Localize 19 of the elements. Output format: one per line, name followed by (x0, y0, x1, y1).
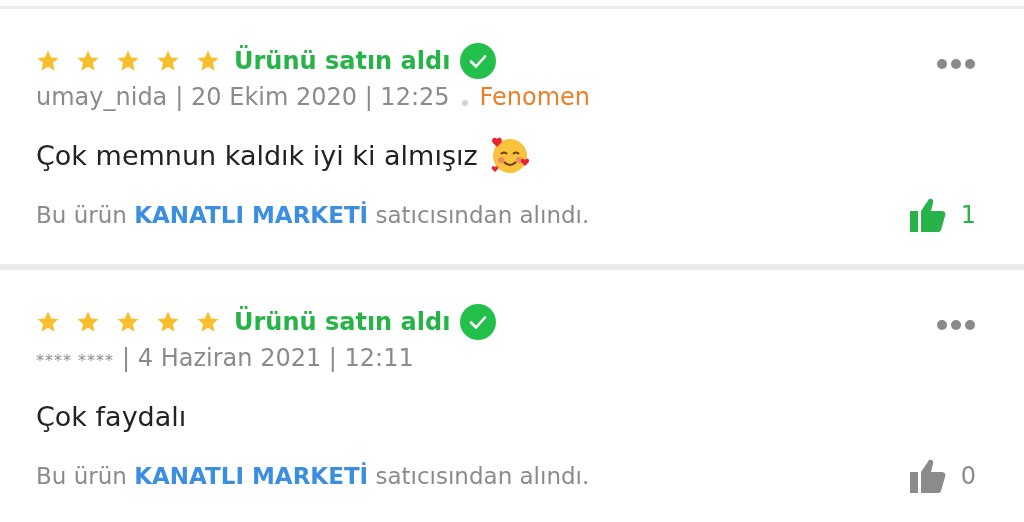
seller-link[interactable]: KANATLI MARKETİ (134, 202, 369, 228)
review-date: | 20 Ekim 2020 | 12:25 (175, 83, 450, 111)
thumbs-up-icon[interactable] (908, 457, 947, 495)
like-count: 0 (960, 462, 976, 490)
verified-purchase-label: Ürünü satın aldı (234, 308, 451, 336)
review-date: | 4 Haziran 2021 | 12:11 (122, 344, 414, 372)
seller-link[interactable]: KANATLI MARKETİ (134, 463, 369, 489)
review-comment: Çok memnun kaldık iyi ki almışız (36, 139, 478, 171)
review-comment: Çok faydalı (36, 400, 187, 432)
verified-purchase-label: Ürünü satın aldı (234, 47, 451, 75)
seller-note: Bu ürün KANATLI MARKETİ satıcısından alındı. (36, 202, 590, 228)
like-count: 1 (960, 201, 976, 229)
more-icon[interactable] (936, 58, 976, 70)
seller-note: Bu ürün KANATLI MARKETİ satıcısından alındı. (36, 463, 590, 489)
more-icon[interactable] (936, 319, 976, 331)
author-name: **** **** (36, 351, 115, 370)
author-name: umay_nida (36, 83, 168, 111)
user-rank-label: Fenomen (479, 83, 591, 111)
thumbs-up-icon[interactable] (908, 196, 947, 234)
